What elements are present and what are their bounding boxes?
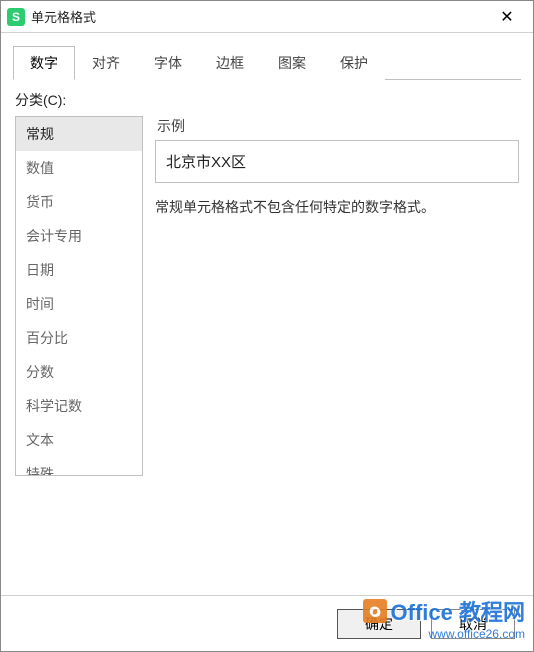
list-item-percentage[interactable]: 百分比 <box>16 321 142 355</box>
titlebar: S 单元格格式 ✕ <box>1 1 533 33</box>
close-button[interactable]: ✕ <box>487 2 527 32</box>
tab-protection[interactable]: 保护 <box>323 46 385 80</box>
list-item-scientific[interactable]: 科学记数 <box>16 389 142 423</box>
right-pane: 示例 北京市XX区 常规单元格格式不包含任何特定的数字格式。 <box>155 116 519 476</box>
content-area: 分类(C): 常规 数值 货币 会计专用 日期 时间 百分比 分数 科学记数 文… <box>1 80 533 486</box>
sample-box: 北京市XX区 <box>155 140 519 183</box>
tab-number[interactable]: 数字 <box>13 46 75 80</box>
list-item-number[interactable]: 数值 <box>16 151 142 185</box>
category-label: 分类(C): <box>15 90 519 110</box>
list-item-accounting[interactable]: 会计专用 <box>16 219 142 253</box>
list-item-special[interactable]: 特殊 <box>16 457 142 476</box>
window-title: 单元格格式 <box>31 7 487 26</box>
cancel-button[interactable]: 取消 <box>431 609 515 639</box>
tab-border[interactable]: 边框 <box>199 46 261 80</box>
list-item-date[interactable]: 日期 <box>16 253 142 287</box>
list-item-time[interactable]: 时间 <box>16 287 142 321</box>
app-icon: S <box>7 8 25 26</box>
sample-label: 示例 <box>157 116 519 136</box>
tab-font[interactable]: 字体 <box>137 46 199 80</box>
tab-bar: 数字 对齐 字体 边框 图案 保护 <box>13 45 521 80</box>
tab-alignment[interactable]: 对齐 <box>75 46 137 80</box>
list-item-fraction[interactable]: 分数 <box>16 355 142 389</box>
footer: 确定 取消 <box>1 595 533 651</box>
description-text: 常规单元格格式不包含任何特定的数字格式。 <box>155 197 519 217</box>
list-item-text[interactable]: 文本 <box>16 423 142 457</box>
list-item-currency[interactable]: 货币 <box>16 185 142 219</box>
ok-button[interactable]: 确定 <box>337 609 421 639</box>
tab-pattern[interactable]: 图案 <box>261 46 323 80</box>
list-item-general[interactable]: 常规 <box>16 117 142 151</box>
category-listbox[interactable]: 常规 数值 货币 会计专用 日期 时间 百分比 分数 科学记数 文本 特殊 自定… <box>15 116 143 476</box>
close-icon: ✕ <box>500 7 513 27</box>
